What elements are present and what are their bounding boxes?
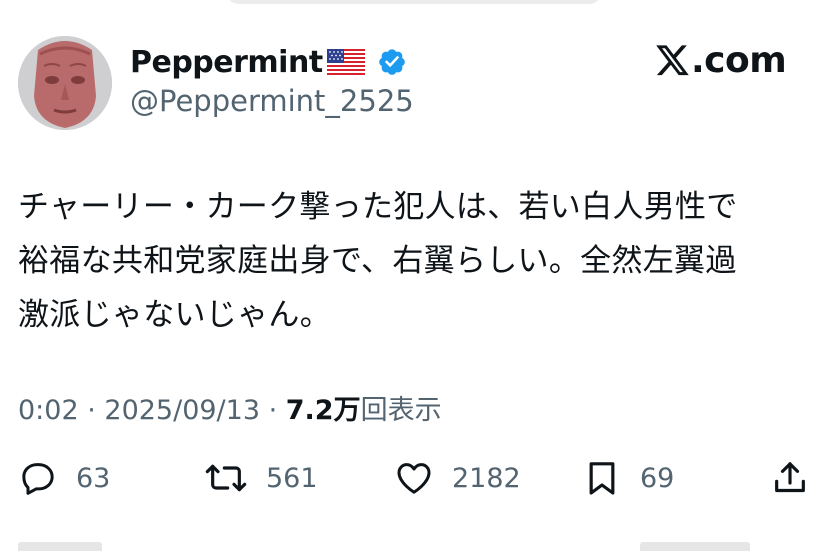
views-label: 回表示 xyxy=(360,395,442,426)
verified-badge-icon[interactable] xyxy=(377,47,407,77)
heart-icon xyxy=(394,458,434,498)
tweet-action-bar: 63 561 2182 69 xyxy=(0,448,828,508)
repost-icon xyxy=(204,458,248,498)
us-flag-icon xyxy=(326,49,365,75)
bookmark-icon xyxy=(582,458,622,498)
tweet-time[interactable]: 0:02 xyxy=(18,395,79,426)
meta-separator: · xyxy=(78,395,105,426)
reply-bubble-icon xyxy=(18,458,58,498)
site-label: .com xyxy=(691,40,787,81)
top-sheet-handle xyxy=(226,0,602,4)
repost-button[interactable]: 561 xyxy=(204,448,318,508)
share-icon xyxy=(770,458,810,498)
clipped-next-section xyxy=(0,532,828,551)
display-name[interactable]: Peppermint xyxy=(130,45,323,80)
x-logo-icon xyxy=(656,44,690,77)
avatar-image xyxy=(18,36,112,130)
views-count: 7.2万 xyxy=(285,395,361,426)
share-button[interactable] xyxy=(770,448,810,508)
tweet-text: チャーリー・カーク撃った犯人は、若い白人男性で 裕福な共和党家庭出身で、右翼らし… xyxy=(18,180,808,342)
reply-count: 63 xyxy=(76,462,111,494)
tweet-meta: 0:02 · 2025/09/13 · 7.2万回表示 xyxy=(18,388,442,427)
like-count: 2182 xyxy=(452,462,521,494)
author-name-row[interactable]: Peppermint xyxy=(130,42,407,82)
bookmark-button[interactable]: 69 xyxy=(582,448,674,508)
tweet-text-line: 激派じゃないじゃん。 xyxy=(18,297,331,333)
repost-count: 561 xyxy=(266,462,318,494)
author-handle[interactable]: @Peppermint_2525 xyxy=(130,84,414,118)
clipped-text xyxy=(640,542,750,551)
tweet-text-line: チャーリー・カーク撃った犯人は、若い白人男性で xyxy=(18,189,738,225)
reply-button[interactable]: 63 xyxy=(18,448,110,508)
site-logo: .com xyxy=(656,40,787,81)
tweet-date[interactable]: 2025/09/13 xyxy=(104,395,260,426)
meta-separator: · xyxy=(260,395,286,426)
tweet-text-line: 裕福な共和党家庭出身で、右翼らしい。全然左翼過 xyxy=(18,243,737,279)
avatar[interactable] xyxy=(18,36,112,130)
bookmark-count: 69 xyxy=(640,462,675,494)
like-button[interactable]: 2182 xyxy=(394,448,521,508)
clipped-text xyxy=(18,542,102,551)
